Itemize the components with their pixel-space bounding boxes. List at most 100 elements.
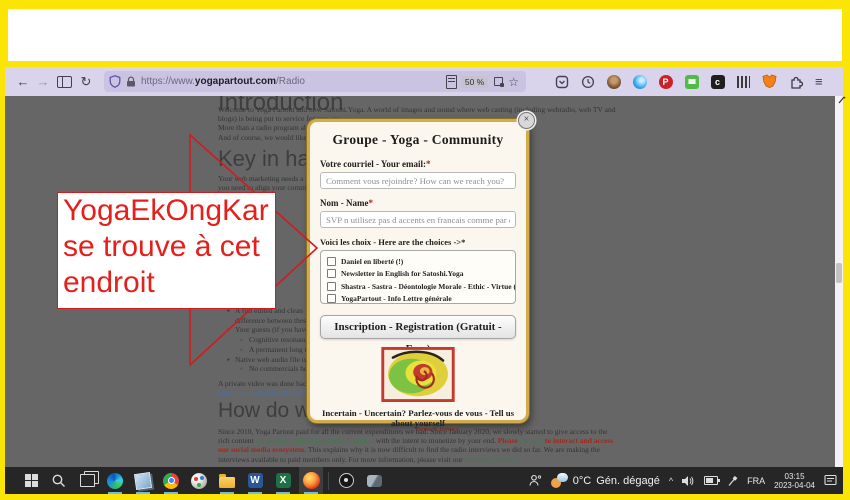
url-scheme: https://www. xyxy=(141,76,195,87)
terms-of-services-link[interactable]: terms of services. xyxy=(465,455,518,464)
email-field[interactable] xyxy=(320,172,516,189)
notes-app-icon xyxy=(134,471,152,489)
start-button[interactable] xyxy=(19,467,43,494)
pinterest-icon[interactable]: P xyxy=(658,74,673,89)
taskbar-paint-app-button[interactable] xyxy=(187,467,211,494)
members-link[interactable]: we produce only to registered members xyxy=(256,436,375,445)
weather-desc: Gén. dégagé xyxy=(596,475,660,487)
pay-paragraph: Since 2010, Yoga Partout paid for all th… xyxy=(218,427,818,464)
choice-label: Daniel en liberté (!) xyxy=(341,257,403,266)
checkbox[interactable] xyxy=(327,294,336,303)
url-text[interactable]: https://www.yogapartout.com/Radio xyxy=(141,76,446,87)
avatar-extension-icon[interactable] xyxy=(606,74,621,89)
paint-app-icon xyxy=(191,473,207,489)
reader-mode-icon[interactable] xyxy=(446,75,457,89)
taskbar-search-button[interactable] xyxy=(47,467,71,494)
pay-line: interviews available to paid members onl… xyxy=(218,455,818,464)
bullet-marker: ◦ xyxy=(240,364,243,374)
taskbar-gray-app-button[interactable] xyxy=(362,467,386,494)
taskbar-recorder-button[interactable] xyxy=(334,467,358,494)
page-scrollbar[interactable] xyxy=(835,96,843,467)
translate-icon[interactable] xyxy=(494,77,504,87)
checkbox[interactable] xyxy=(327,269,336,278)
register-button[interactable]: Inscription - Registration (Gratuit - Fr… xyxy=(320,315,516,339)
people-icon[interactable] xyxy=(529,474,542,487)
record-icon xyxy=(339,473,354,488)
excel-icon: X xyxy=(276,473,291,488)
reload-button[interactable]: ↻ xyxy=(76,74,96,90)
pay-line: Since 2010, Yoga Partout paid for all th… xyxy=(218,427,818,436)
sidebar-toggle-icon[interactable] xyxy=(57,76,72,88)
cent-extension-icon[interactable]: c xyxy=(710,74,725,89)
extensions-puzzle-icon[interactable] xyxy=(788,74,803,89)
blue-c-extension-icon[interactable] xyxy=(632,74,647,89)
chrome-icon xyxy=(163,473,179,489)
yellow-frame-right xyxy=(843,67,850,500)
bullet-marker: ◦ xyxy=(240,345,243,355)
tracking-shield-icon[interactable] xyxy=(109,75,121,88)
bookmark-star-icon[interactable]: ☆ xyxy=(508,75,519,89)
choice-label: Newsletter in English for Satoshi.Yoga xyxy=(341,269,463,278)
taskbar-chrome-button[interactable] xyxy=(159,467,183,494)
notification-center-icon[interactable] xyxy=(824,474,837,487)
bullet-marker: ▪ xyxy=(227,325,230,335)
search-icon xyxy=(52,474,66,488)
taskbar-firefox-button[interactable] xyxy=(299,467,323,494)
weather-widget[interactable]: 0°C Gén. dégagé xyxy=(551,473,660,488)
cable-icon[interactable] xyxy=(727,475,738,487)
taskbar-tray: 0°C Gén. dégagé ^ FRA 03:15 2023-04-04 xyxy=(529,472,843,490)
back-button[interactable]: ← xyxy=(13,74,33,89)
page-content: Introduction Welcome to Yoga Partout and… xyxy=(5,96,835,467)
tray-chevron-up-icon[interactable]: ^ xyxy=(669,476,673,486)
taskbar-excel-button[interactable]: X xyxy=(271,467,295,494)
metamask-fox-icon[interactable] xyxy=(762,74,777,89)
battery-icon[interactable] xyxy=(704,476,718,485)
pay-line: our social media ecosystem. This explain… xyxy=(218,445,818,454)
close-icon[interactable]: × xyxy=(518,112,535,129)
folder-icon xyxy=(219,477,235,488)
scrollbar-thumb[interactable] xyxy=(836,263,842,283)
choice-label: Shastra - Sastra - Déontologie Morale - … xyxy=(341,282,516,291)
connect-link[interactable]: connect xyxy=(520,436,543,445)
pen-cursor-icon xyxy=(838,96,846,104)
lock-icon[interactable] xyxy=(125,76,137,88)
pay-text-red: Please xyxy=(498,436,520,445)
pocket-icon[interactable] xyxy=(554,74,569,89)
firefox-icon xyxy=(303,472,320,489)
extension-row: P c xyxy=(554,74,803,89)
taskbar-notes-app-button[interactable] xyxy=(131,467,155,494)
blank-white-banner xyxy=(8,9,842,61)
required-mark: * xyxy=(461,237,465,247)
windows-taskbar: W X 0°C Gén. dégagé ^ FRA 03:15 2023-04-… xyxy=(5,467,843,494)
language-indicator[interactable]: FRA xyxy=(747,476,765,486)
url-bar[interactable]: https://www.yogapartout.com/Radio 50 % ☆ xyxy=(104,71,526,92)
weather-temp: 0°C xyxy=(573,475,591,487)
browser-toolbar: ← → ↻ https://www.yogapartout.com/Radio … xyxy=(5,67,843,97)
checkbox[interactable] xyxy=(327,257,336,266)
pay-text: rich content xyxy=(218,436,256,445)
taskbar-explorer-button[interactable] xyxy=(215,467,239,494)
required-mark: * xyxy=(369,198,374,208)
clock-widget[interactable]: 03:15 2023-04-04 xyxy=(774,472,815,490)
history-clock-icon[interactable] xyxy=(580,74,595,89)
intro-line: Welcome to Yoga Partout and now Satoshi.… xyxy=(218,105,818,114)
gray-app-icon xyxy=(367,475,382,487)
taskbar-separator xyxy=(328,472,329,490)
name-label-text: Nom - Name xyxy=(320,198,369,208)
name-label: Nom - Name* xyxy=(320,198,516,208)
robot-extension-icon[interactable] xyxy=(684,74,699,89)
task-view-button[interactable] xyxy=(75,467,99,494)
speaker-icon[interactable] xyxy=(682,475,695,487)
forward-button[interactable]: → xyxy=(33,74,53,89)
weather-icon xyxy=(551,473,568,488)
checkbox[interactable] xyxy=(327,282,336,291)
modal-footer-text: Incertain - Uncertain? Parlez-vous de vo… xyxy=(320,408,516,428)
hamburger-menu-icon[interactable]: ≡ xyxy=(815,74,823,89)
tray-time: 03:15 xyxy=(774,472,815,481)
zoom-level-badge[interactable]: 50 % xyxy=(461,76,488,88)
bars-extension-icon[interactable] xyxy=(736,74,751,89)
name-field[interactable] xyxy=(320,211,516,228)
taskbar-edge-button[interactable] xyxy=(103,467,127,494)
taskbar-word-button[interactable]: W xyxy=(243,467,267,494)
tray-date: 2023-04-04 xyxy=(774,481,815,490)
